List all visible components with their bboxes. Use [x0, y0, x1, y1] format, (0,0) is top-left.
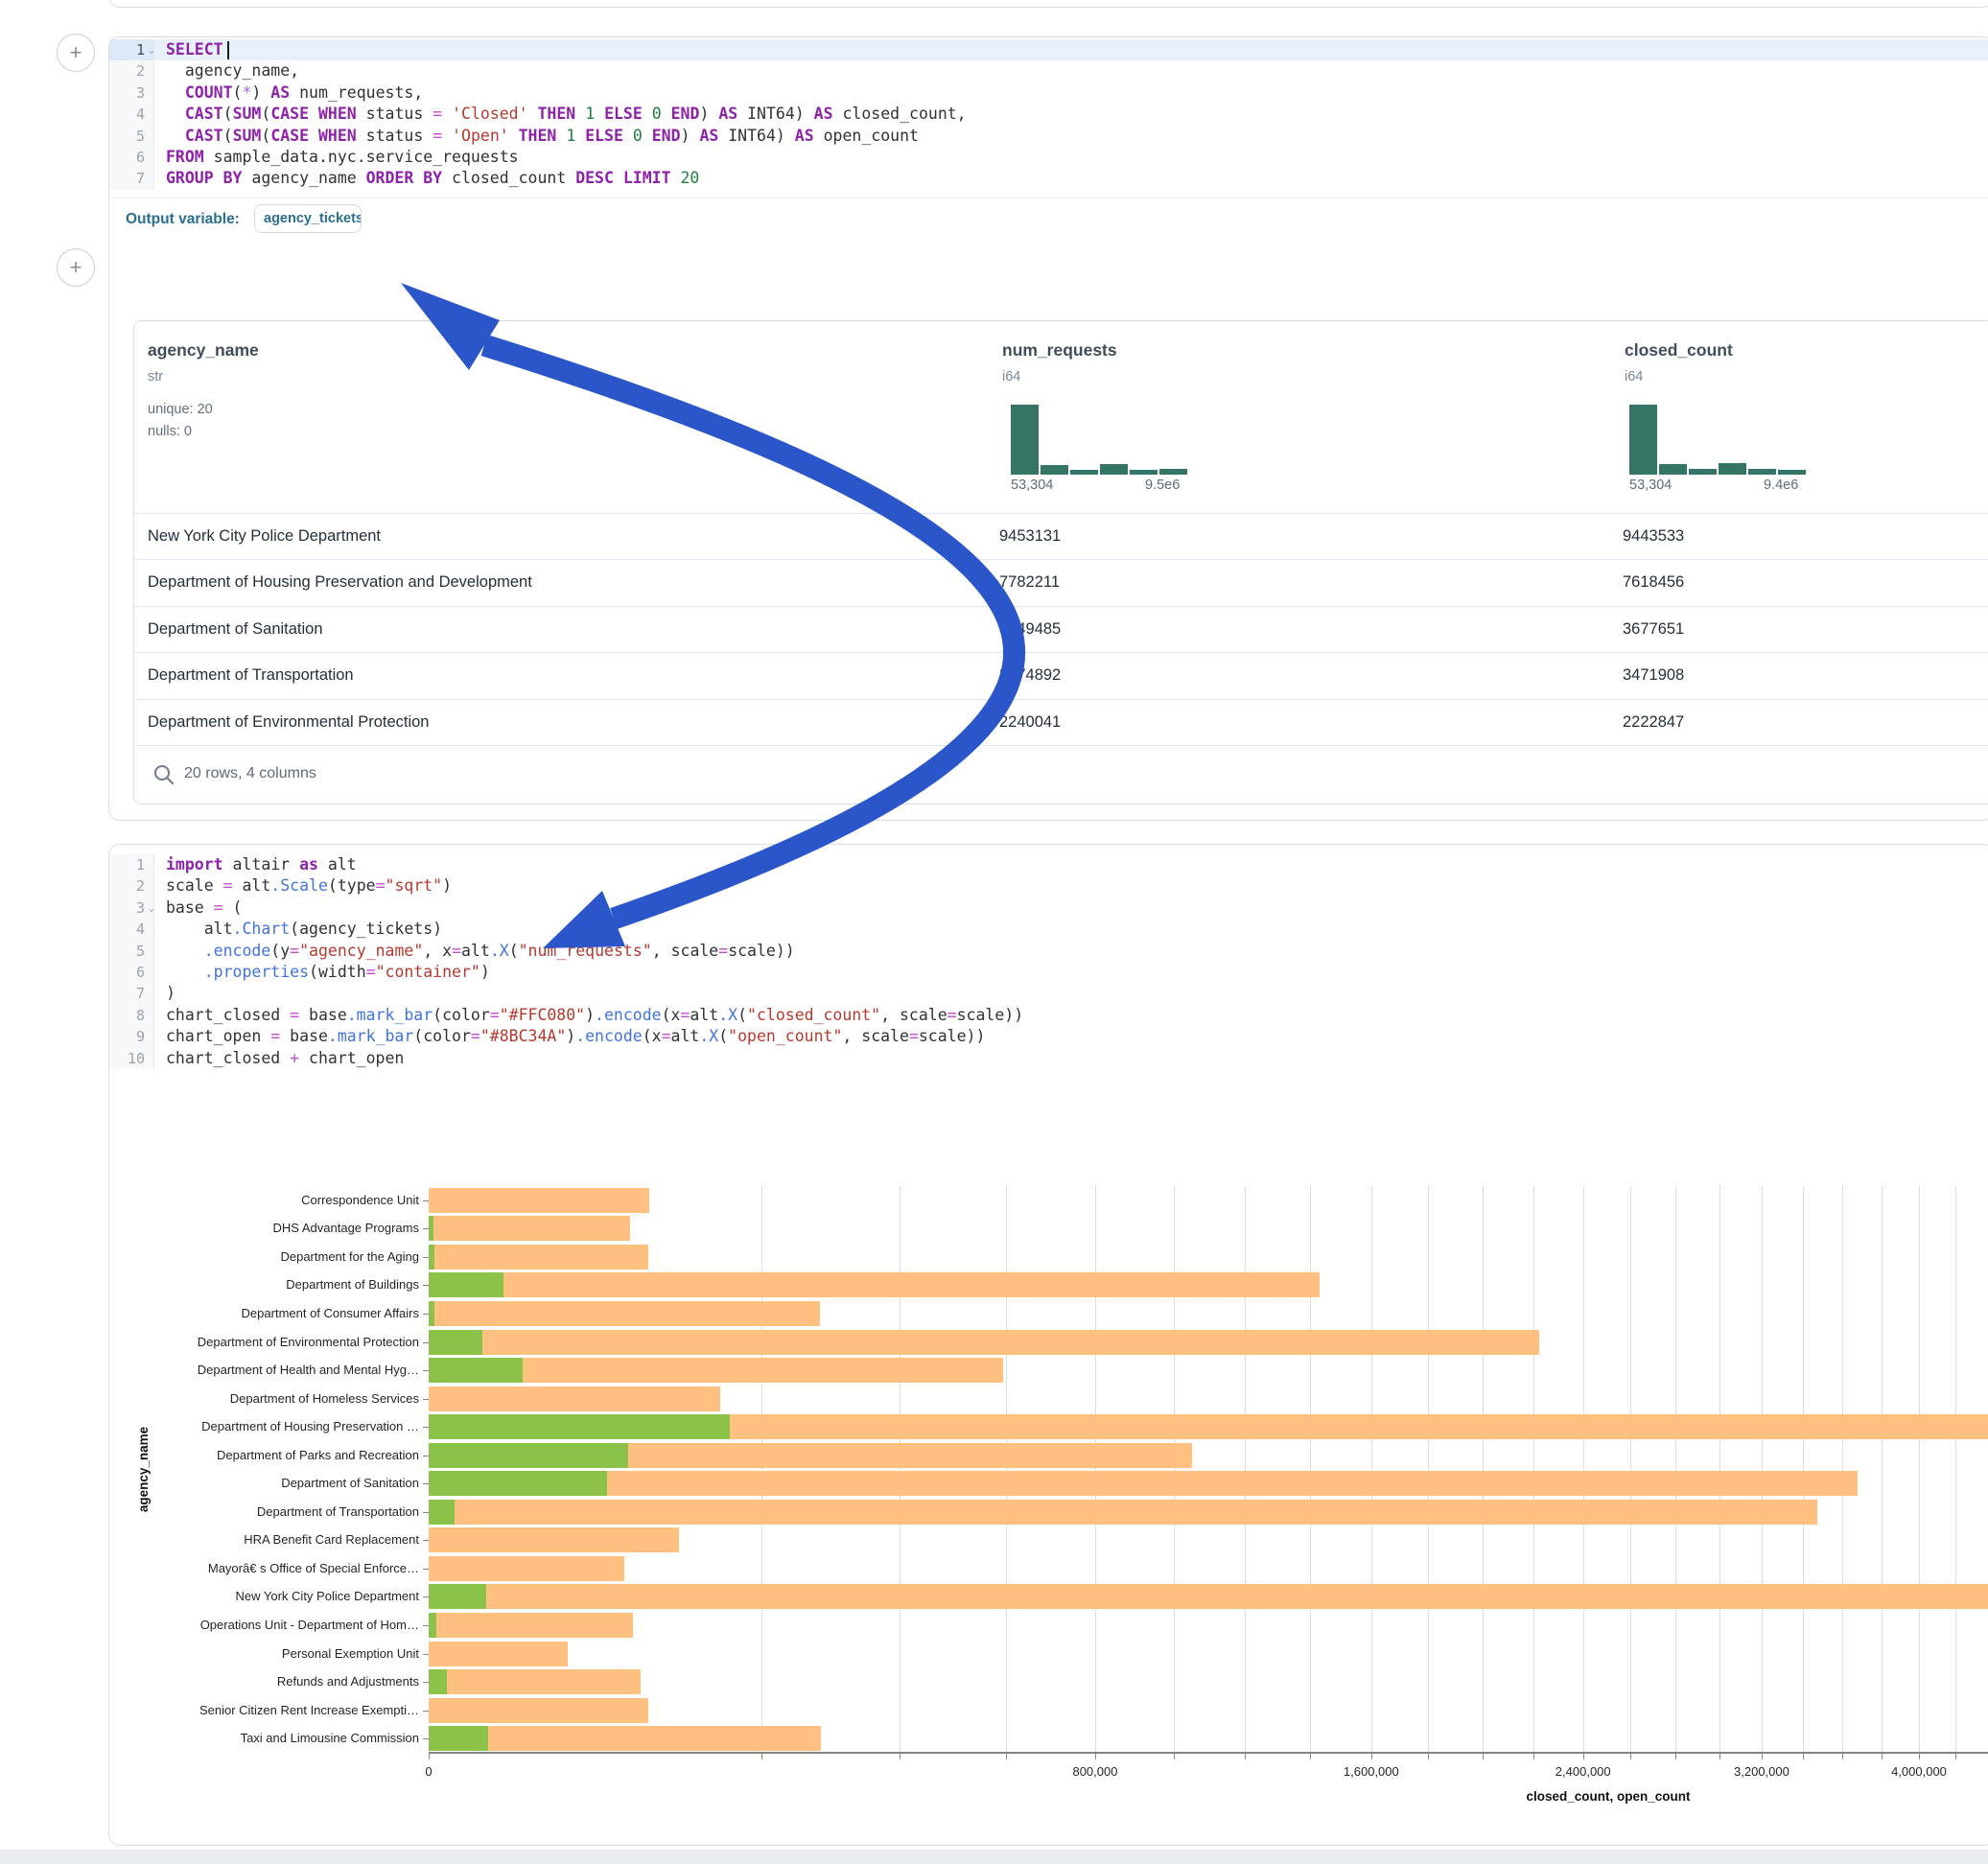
- result-table-footer: 20 rows, 4 columns: [134, 745, 1988, 804]
- line-number: 1⌄: [109, 39, 154, 60]
- text-cursor: [227, 41, 229, 59]
- histogram-bar: [1659, 464, 1687, 475]
- fold-chevron-icon[interactable]: ⌄: [149, 41, 155, 60]
- line-number: 6: [109, 962, 154, 983]
- histogram-max-label: 9.5e6: [1145, 478, 1180, 493]
- histogram-bar: [1100, 464, 1128, 475]
- line-number: 7: [109, 168, 154, 189]
- code-line[interactable]: 2scale = alt.Scale(type="sqrt"): [109, 875, 1988, 897]
- line-number: 4: [109, 104, 154, 125]
- code-line[interactable]: 4 alt.Chart(agency_tickets): [109, 919, 1988, 940]
- line-number: 4: [109, 919, 154, 940]
- search-icon[interactable]: [152, 762, 176, 787]
- line-number: 2: [109, 875, 154, 897]
- column-stats: unique: 20: [148, 402, 213, 417]
- cell-num-requests: 7782211: [999, 573, 1060, 592]
- line-number: 9: [109, 1026, 154, 1047]
- fold-chevron-icon[interactable]: ⌄: [149, 899, 155, 919]
- cell-agency-name: New York City Police Department: [148, 527, 381, 546]
- cell-closed-count: 7618456: [1623, 573, 1684, 592]
- line-number: 8: [109, 1005, 154, 1026]
- cell-agency-name: Department of Transportation: [148, 666, 354, 685]
- table-row[interactable]: Department of Environmental Protection 22…: [134, 699, 1988, 746]
- code-line[interactable]: 7): [109, 983, 1988, 1004]
- table-row[interactable]: Department of Transportation 3774892 34719…: [134, 652, 1988, 699]
- code-line[interactable]: 3 COUNT(*) AS num_requests,: [109, 82, 1988, 104]
- code-line[interactable]: 1⌄SELECT: [109, 39, 1988, 60]
- python-cell: 1import altair as alt2scale = alt.Scale(…: [108, 844, 1988, 1846]
- code-line[interactable]: 6 .properties(width="container"): [109, 962, 1988, 983]
- code-line[interactable]: 5 CAST(SUM(CASE WHEN status = 'Open' THE…: [109, 126, 1988, 147]
- line-number: 3⌄: [109, 897, 154, 919]
- code-line[interactable]: 9chart_open = base.mark_bar(color="#8BC3…: [109, 1026, 1988, 1047]
- cell-num-requests: 3774892: [999, 666, 1061, 685]
- code-line[interactable]: 10chart_closed + chart_open: [109, 1048, 1988, 1069]
- output-variable-row: Output variable: agency_tickets: [109, 198, 1988, 244]
- line-number: 7: [109, 983, 154, 1004]
- cell-closed-count: 9443533: [1623, 527, 1684, 546]
- histogram-bar: [1748, 469, 1776, 475]
- histogram-min-label: 53,304: [1629, 478, 1672, 493]
- histogram-bar: [1629, 405, 1657, 475]
- code-line[interactable]: 7GROUP BY agency_name ORDER BY closed_co…: [109, 168, 1988, 189]
- cell-num-requests: 2240041: [999, 713, 1061, 732]
- table-row[interactable]: Department of Sanitation 3749485 3677651: [134, 606, 1988, 653]
- histogram-bar: [1011, 405, 1039, 475]
- column-histogram[interactable]: [1011, 405, 1189, 475]
- cell-num-requests: 3749485: [999, 620, 1061, 639]
- line-number: 10: [109, 1048, 154, 1069]
- line-number: 2: [109, 60, 154, 82]
- column-stats: nulls: 0: [148, 424, 192, 439]
- code-line[interactable]: 4 CAST(SUM(CASE WHEN status = 'Closed' T…: [109, 104, 1988, 125]
- column-dtype: i64: [1002, 369, 1020, 384]
- line-number: 5: [109, 941, 154, 962]
- notebook-page: + + 1⌄SELECT2 agency_name,3 COUNT(*) AS …: [0, 0, 1988, 1864]
- histogram-max-label: 9.4e6: [1764, 478, 1798, 493]
- add-cell-button-top[interactable]: +: [57, 34, 95, 72]
- line-number: 1: [109, 854, 154, 875]
- cell-agency-name: Department of Sanitation: [148, 620, 323, 639]
- cell-closed-count: 3677651: [1623, 620, 1684, 639]
- column-header[interactable]: num_requests: [1002, 340, 1117, 361]
- histogram-bar: [1778, 470, 1806, 475]
- code-line[interactable]: 1import altair as alt: [109, 854, 1988, 875]
- output-variable-chip[interactable]: agency_tickets: [254, 204, 362, 233]
- table-row[interactable]: Department of Housing Preservation and D…: [134, 559, 1988, 606]
- line-number: 3: [109, 82, 154, 104]
- column-dtype: i64: [1625, 369, 1643, 384]
- histogram-bar: [1041, 465, 1068, 475]
- row-column-count: 20 rows, 4 columns: [184, 765, 316, 782]
- table-row[interactable]: New York City Police Department 9453131 94…: [134, 513, 1988, 560]
- histogram-bar: [1130, 470, 1158, 475]
- column-histogram[interactable]: [1629, 405, 1808, 475]
- cell-closed-count: 3471908: [1623, 666, 1684, 685]
- histogram-min-label: 53,304: [1011, 478, 1053, 493]
- histogram-bar: [1070, 470, 1098, 475]
- sql-code-editor[interactable]: 1⌄SELECT2 agency_name,3 COUNT(*) AS num_…: [109, 39, 1988, 190]
- cell-num-requests: 9453131: [999, 527, 1061, 546]
- cell-agency-name: Department of Housing Preservation and D…: [148, 573, 532, 592]
- line-number: 6: [109, 147, 154, 168]
- python-code-editor[interactable]: 1import altair as alt2scale = alt.Scale(…: [109, 854, 1988, 1069]
- histogram-bar: [1689, 469, 1717, 475]
- code-line[interactable]: 5 .encode(y="agency_name", x=alt.X("num_…: [109, 941, 1988, 962]
- column-header[interactable]: closed_count: [1625, 340, 1733, 361]
- result-table: agency_namestr unique: 20 nulls: 0 num_requ…: [133, 320, 1988, 804]
- column-header[interactable]: agency_name: [148, 340, 259, 361]
- histogram-bar: [1719, 463, 1746, 475]
- code-line[interactable]: 3⌄base = (: [109, 897, 1988, 919]
- output-variable-label: Output variable:: [126, 211, 240, 228]
- cell-closed-count: 2222847: [1623, 713, 1684, 732]
- code-line[interactable]: 6FROM sample_data.nyc.service_requests: [109, 147, 1988, 168]
- line-number: 5: [109, 126, 154, 147]
- sql-cell: 1⌄SELECT2 agency_name,3 COUNT(*) AS num_…: [108, 36, 1988, 821]
- cell-agency-name: Department of Environmental Protection: [148, 713, 429, 732]
- previous-cell-edge: [108, 0, 1988, 8]
- page-bottom-band: [0, 1850, 1988, 1864]
- column-dtype: str: [148, 369, 163, 384]
- code-line[interactable]: 8chart_closed = base.mark_bar(color="#FF…: [109, 1005, 1988, 1026]
- code-line[interactable]: 2 agency_name,: [109, 60, 1988, 82]
- add-cell-button-middle[interactable]: +: [57, 248, 95, 287]
- histogram-bar: [1159, 469, 1187, 475]
